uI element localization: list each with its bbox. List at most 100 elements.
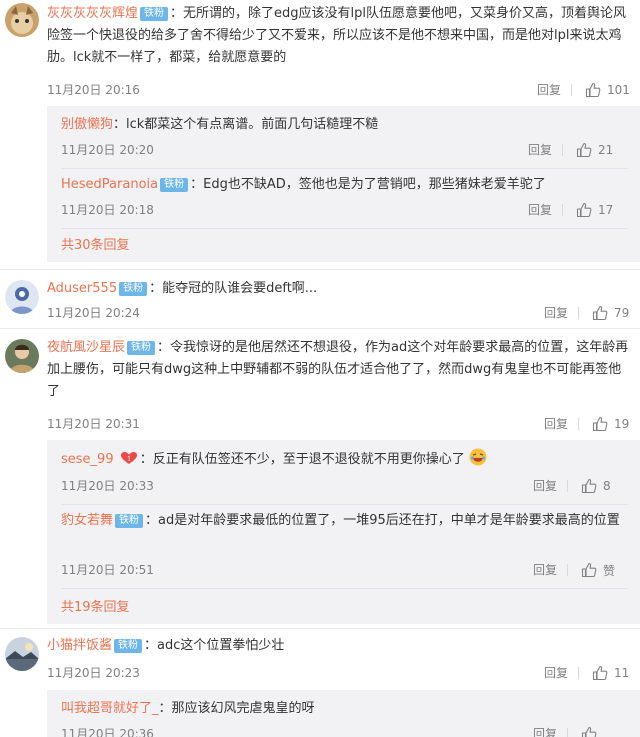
divider	[562, 204, 563, 216]
fan-badge: 铁粉	[140, 7, 169, 21]
like-count: 101	[607, 83, 630, 97]
like-button[interactable]: 19	[592, 414, 629, 434]
heart-badge-icon: 1	[120, 452, 137, 464]
timestamp: 11月20日 20:24	[47, 306, 140, 320]
timestamp: 11月20日 20:16	[47, 83, 140, 97]
like-count: 21	[598, 143, 614, 157]
svg-text:1: 1	[127, 456, 131, 463]
username-link[interactable]: 豹女若舞	[61, 513, 113, 528]
like-button[interactable]: 17	[576, 200, 613, 220]
like-button[interactable]: 21	[576, 140, 613, 160]
thumbs-up-icon	[581, 478, 597, 494]
thumbs-up-icon	[592, 416, 608, 432]
avatar[interactable]	[5, 339, 39, 373]
laughing-emoji-icon	[469, 448, 487, 466]
thumbs-up-icon	[592, 305, 608, 321]
reply-button[interactable]: 回复	[544, 414, 568, 434]
reply-text: ：反正有队伍签还不少，至于退不退役就不用更你操心了	[139, 452, 465, 467]
fan-badge: 铁粉	[160, 178, 189, 192]
thumbs-up-icon	[592, 665, 608, 681]
timestamp: 11月20日 20:31	[47, 417, 140, 431]
like-button[interactable]: 8	[581, 476, 611, 496]
divider	[567, 728, 568, 737]
reply-body: sese_99 1 ：反正有队伍签还不少，至于退不退役就不用更你操心了	[61, 448, 628, 471]
like-count: 11	[614, 666, 630, 680]
reply-button[interactable]: 回复	[533, 560, 557, 580]
comment-meta: 11月20日 20:24 回复 79	[47, 303, 630, 323]
username-link[interactable]: 灰灰灰灰灰辉煌	[47, 6, 138, 21]
username-link[interactable]: Aduser555	[47, 281, 117, 296]
divider	[61, 588, 628, 589]
reply-button[interactable]: 回复	[528, 200, 552, 220]
username-link[interactable]: 别傲懒狗	[61, 117, 113, 132]
reply-button[interactable]: 回复	[533, 724, 557, 737]
timestamp: 11月20日 20:18	[61, 203, 154, 217]
comment-meta: 11月20日 20:31 回复 19	[47, 414, 630, 434]
avatar[interactable]	[5, 637, 39, 671]
like-count: 赞	[603, 563, 616, 578]
fan-badge: 铁粉	[114, 639, 143, 653]
reply-text: ：lck都菜这个有点离谱。前面几句话糙理不糙	[113, 117, 379, 132]
like-button[interactable]	[581, 724, 603, 737]
divider	[61, 168, 628, 169]
thumbs-up-icon	[585, 82, 601, 98]
reply-meta: 11月20日 20:51 回复 赞	[61, 560, 628, 580]
username-link[interactable]: 小猫拌饭酱	[47, 638, 112, 653]
divider	[567, 480, 568, 492]
username-link[interactable]: 夜航風沙星辰	[47, 340, 125, 355]
timestamp: 11月20日 20:33	[61, 479, 154, 493]
like-button[interactable]: 79	[592, 303, 629, 323]
reply-text: ：ad是对年龄要求最低的位置了，一堆95后还在打，中单才是年龄要求最高的位置	[145, 513, 620, 528]
divider	[578, 418, 579, 430]
comment-meta: 11月20日 20:23 回复 11	[47, 663, 630, 683]
reply-list: 叫我超哥就好了_：那应该幻风完虐鬼皇的呀 11月20日 20:36 回复	[47, 690, 640, 737]
reply-button[interactable]: 回复	[528, 140, 552, 160]
reply-body: 叫我超哥就好了_：那应该幻风完虐鬼皇的呀	[61, 698, 628, 720]
reply-button[interactable]: 回复	[533, 476, 557, 496]
reply-text: ：那应该幻风完虐鬼皇的呀	[158, 701, 315, 716]
timestamp: 11月20日 20:51	[61, 563, 154, 577]
username-link[interactable]: HesedParanoia	[61, 177, 158, 192]
thumbs-up-icon	[581, 726, 597, 737]
fan-badge: 铁粉	[127, 341, 156, 355]
divider	[0, 628, 640, 629]
reply-button[interactable]: 回复	[544, 303, 568, 323]
reply-meta: 11月20日 20:33 回复 8	[61, 476, 628, 496]
reply-meta: 11月20日 20:18 回复 17	[61, 200, 628, 220]
more-replies-link[interactable]: 共30条回复	[61, 236, 130, 256]
reply-text: ：Edg也不缺AD，签他也是为了营销吧，那些猪妹老爱羊驼了	[190, 177, 546, 192]
like-button[interactable]: 101	[585, 80, 630, 100]
timestamp: 11月20日 20:20	[61, 143, 154, 157]
timestamp: 11月20日 20:36	[61, 727, 154, 737]
like-count: 8	[603, 479, 611, 493]
divider	[562, 144, 563, 156]
reply-body: HesedParanoia 铁粉 ：Edg也不缺AD，签他也是为了营销吧，那些猪妹老…	[61, 174, 628, 196]
more-replies-link[interactable]: 共19条回复	[61, 598, 130, 618]
like-button[interactable]: 11	[592, 663, 629, 683]
divider	[0, 328, 640, 329]
thumbs-up-icon	[581, 562, 597, 578]
reply-meta: 11月20日 20:36 回复	[61, 724, 628, 737]
divider	[61, 228, 628, 229]
like-count: 19	[614, 417, 630, 431]
divider	[567, 564, 568, 576]
divider	[578, 307, 579, 319]
reply-list: 别傲懒狗：lck都菜这个有点离谱。前面几句话糙理不糙 11月20日 20:20 …	[47, 106, 640, 262]
reply-body: 豹女若舞 铁粉 ：ad是对年龄要求最低的位置了，一堆95后还在打，中单才是年龄要求最…	[61, 510, 628, 532]
username-link[interactable]: sese_99	[61, 452, 114, 467]
comment-text: ：能夺冠的队谁会要deft啊...	[149, 281, 318, 296]
comment-text: ：adc这个位置拳怕少壮	[144, 638, 285, 653]
comment-body: 夜航風沙星辰 铁粉 ：令我惊讶的是他居然还不想退役，作为ad这个对年龄要求最高的位置…	[47, 337, 630, 403]
timestamp: 11月20日 20:23	[47, 666, 140, 680]
avatar[interactable]	[5, 3, 39, 37]
reply-button[interactable]: 回复	[544, 663, 568, 683]
avatar[interactable]	[5, 280, 39, 314]
like-button[interactable]: 赞	[581, 560, 615, 580]
reply-button[interactable]: 回复	[537, 80, 561, 100]
divider	[61, 504, 628, 505]
username-link[interactable]: 叫我超哥就好了_	[61, 701, 159, 716]
thumbs-up-icon	[576, 142, 592, 158]
reply-meta: 11月20日 20:20 回复 21	[61, 140, 628, 160]
divider	[0, 269, 640, 270]
divider	[578, 667, 579, 679]
